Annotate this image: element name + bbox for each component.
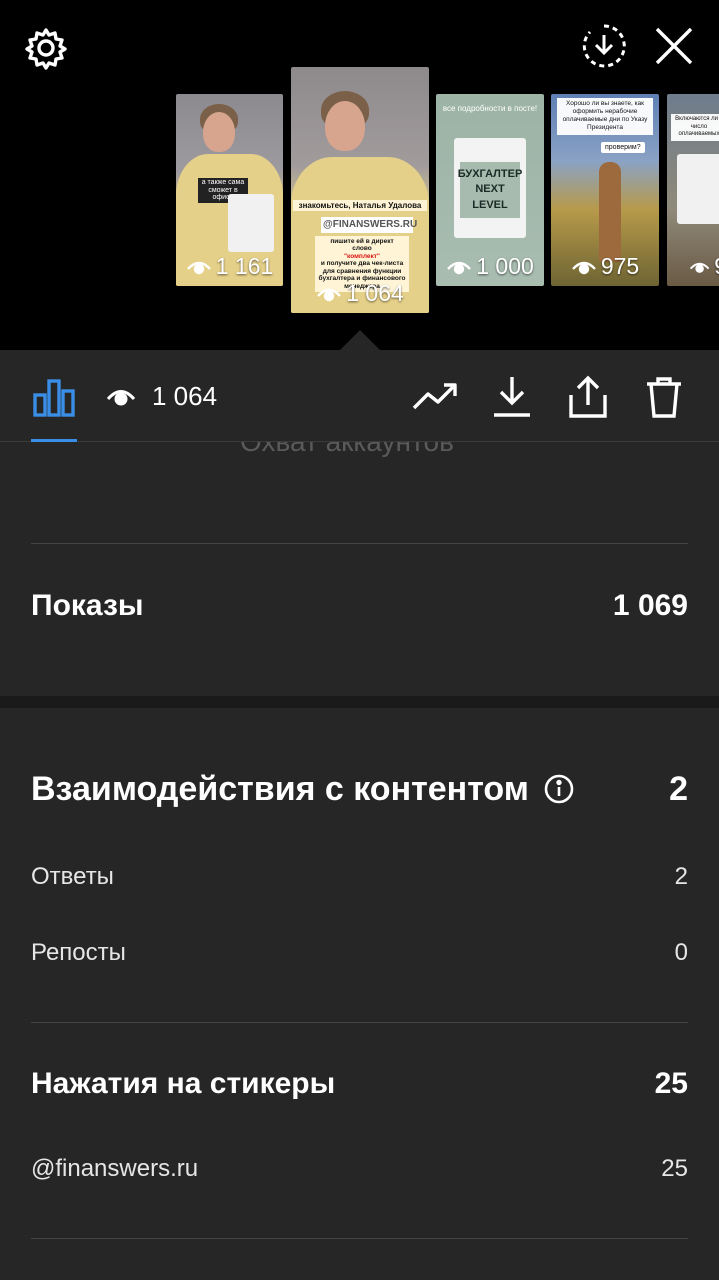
replies-row: Ответы 2 — [31, 862, 688, 892]
story-handle: @FINANSWERS.RU — [321, 217, 417, 233]
story-mini-card — [228, 194, 274, 252]
story-thumbnail-4[interactable]: Хорошо ли вы знаете, как оформить нерабо… — [551, 94, 659, 286]
account-reach-heading-partial: Охват аккаунтов — [240, 442, 454, 458]
story-card-text: БУХГАЛТЕР NEXT LEVEL — [458, 162, 522, 218]
selected-story-pointer — [340, 330, 380, 350]
sticker-mention-value: 25 — [661, 1155, 688, 1182]
replies-value: 2 — [674, 863, 688, 890]
insights-panel: Охват аккаунтов Показы 1 069 Взаимодейст… — [0, 442, 719, 1280]
story-views: 1 064 — [291, 280, 429, 307]
section-separator — [0, 696, 719, 708]
caption-line: и получите два чек-листа — [320, 260, 404, 268]
replies-label: Ответы — [31, 863, 114, 890]
interactions-header: Взаимодействия с контентом 2 — [31, 767, 688, 811]
story-views-count: 1 161 — [215, 253, 274, 279]
story-views: 1 000 — [436, 253, 544, 280]
story-badge: проверим? — [601, 142, 645, 153]
person-face — [325, 101, 365, 151]
story-caption-name: знакомьтесь, Наталья Удалова — [293, 200, 427, 212]
story-caption: Хорошо ли вы знаете, как оформить нерабо… — [557, 98, 653, 135]
settings-gear-icon[interactable] — [22, 24, 70, 72]
story-thumbnail-3[interactable]: все подробности в посте! БУХГАЛТЕР NEXT … — [436, 94, 544, 286]
trend-icon[interactable] — [412, 374, 458, 420]
eye-icon — [447, 261, 472, 274]
sticker-taps-row: Нажатия на стикеры 25 — [31, 1066, 688, 1102]
sticker-mention-label: @finanswers.ru — [31, 1155, 199, 1182]
impressions-row: Показы 1 069 — [31, 588, 688, 624]
sticker-taps-label: Нажатия на стикеры — [31, 1067, 336, 1100]
reposts-label: Репосты — [31, 939, 126, 966]
eye-icon — [689, 262, 710, 273]
story-title: все подробности в посте! — [442, 104, 538, 113]
sticker-taps-value: 25 — [654, 1067, 688, 1100]
eye-icon — [571, 261, 596, 274]
sticker-mention-row[interactable]: @finanswers.ru 25 — [31, 1154, 688, 1184]
interactions-label: Взаимодействия с контентом — [31, 770, 575, 809]
story-mini-card — [677, 154, 719, 224]
download-icon[interactable] — [489, 374, 535, 420]
person-face — [203, 112, 235, 152]
share-icon[interactable] — [565, 374, 611, 420]
person-figure — [599, 162, 621, 262]
info-icon[interactable] — [543, 773, 575, 805]
impressions-label: Показы — [31, 589, 144, 622]
story-thumbnail-5[interactable]: Включаются ли в число оплачиваемых 9 — [667, 94, 719, 286]
story-views: 9 — [667, 253, 719, 280]
impressions-value: 1 069 — [612, 589, 688, 622]
eye-icon — [186, 261, 211, 274]
trash-icon[interactable] — [641, 374, 687, 420]
caption-line: пишите ей в директ — [330, 238, 394, 245]
interactions-value: 2 — [669, 769, 688, 808]
story-thumbnail-1[interactable]: а также сама сможет в офисе 1 161 — [176, 94, 283, 286]
story-views-count: 975 — [600, 253, 640, 279]
story-views: 975 — [551, 253, 659, 280]
views-summary: 1 064 — [106, 378, 217, 414]
divider — [31, 543, 688, 544]
interactions-title: Взаимодействия с контентом — [31, 769, 529, 808]
divider — [31, 1238, 688, 1239]
views-count: 1 064 — [152, 380, 218, 411]
insights-toolbar: 1 064 — [0, 350, 719, 442]
story-views: 1 161 — [176, 253, 283, 280]
bar-chart-icon[interactable] — [31, 374, 77, 420]
story-thumbnail-2-selected[interactable]: знакомьтесь, Наталья Удалова @FINANSWERS… — [291, 67, 429, 313]
caption-line: слово — [352, 245, 372, 253]
eye-icon — [106, 390, 136, 406]
story-views-count: 1 000 — [476, 253, 534, 279]
story-views-count: 9 — [714, 253, 719, 280]
reposts-value: 0 — [674, 939, 688, 966]
story-post-card: БУХГАЛТЕР NEXT LEVEL — [454, 138, 526, 238]
eye-icon — [317, 288, 342, 301]
close-icon[interactable] — [650, 22, 698, 70]
story-strip: а также сама сможет в офисе 1 161 знаком… — [0, 0, 719, 350]
story-caption: Включаются ли в число оплачиваемых — [671, 114, 719, 141]
reposts-row: Репосты 0 — [31, 938, 688, 968]
story-views-count: 1 064 — [346, 280, 404, 306]
divider — [31, 1022, 688, 1023]
caption-line: "комплект" — [343, 252, 381, 260]
save-download-circle-icon[interactable] — [580, 22, 628, 70]
